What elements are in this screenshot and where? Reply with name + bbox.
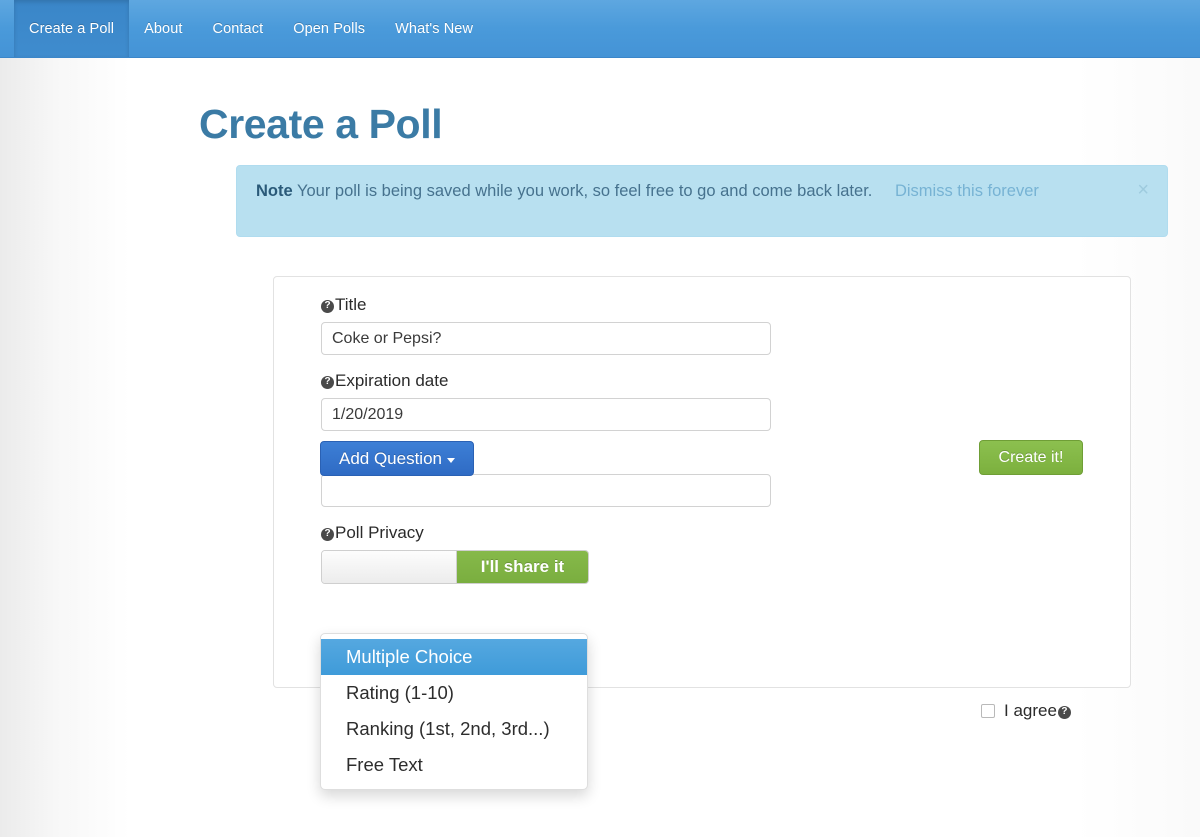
expiration-date-input[interactable] bbox=[321, 398, 771, 431]
field-label-text: Poll Privacy bbox=[335, 523, 424, 543]
dropdown-item-label: Ranking (1st, 2nd, 3rd...) bbox=[346, 718, 550, 739]
nav-item-contact[interactable]: Contact bbox=[198, 0, 279, 57]
close-icon[interactable]: × bbox=[1137, 180, 1149, 200]
nav-label: Create a Poll bbox=[29, 21, 114, 37]
help-icon[interactable]: ? bbox=[1058, 706, 1071, 719]
nav-item-create-a-poll[interactable]: Create a Poll bbox=[14, 0, 129, 57]
nav-label: What's New bbox=[395, 21, 473, 37]
alert-strong-label: Note bbox=[256, 182, 293, 200]
dropdown-item-rating[interactable]: Rating (1-10) bbox=[321, 675, 587, 711]
poll-form: ? Title ? Expiration date ? Email addres… bbox=[321, 295, 781, 584]
field-label-text: Expiration date bbox=[335, 371, 448, 391]
help-icon[interactable]: ? bbox=[321, 528, 334, 541]
nav-label: About bbox=[144, 21, 182, 37]
dropdown-item-label: Multiple Choice bbox=[346, 646, 472, 667]
alert-message: Your poll is being saved while you work,… bbox=[297, 182, 872, 200]
main-navbar: Create a Poll About Contact Open Polls W… bbox=[0, 0, 1200, 58]
dropdown-item-label: Free Text bbox=[346, 754, 423, 775]
dropdown-item-ranking[interactable]: Ranking (1st, 2nd, 3rd...) bbox=[321, 711, 587, 747]
toggle-on-half[interactable]: I'll share it bbox=[457, 551, 588, 583]
page-title: Create a Poll bbox=[199, 101, 442, 148]
create-it-button[interactable]: Create it! bbox=[979, 440, 1083, 475]
dropdown-item-free-text[interactable]: Free Text bbox=[321, 747, 587, 783]
poll-privacy-field-label: ? Poll Privacy bbox=[321, 523, 781, 543]
nav-label: Contact bbox=[213, 21, 264, 37]
add-question-label: Add Question bbox=[339, 449, 442, 469]
email-address-input[interactable] bbox=[321, 474, 771, 507]
title-field-label: ? Title bbox=[321, 295, 781, 315]
chevron-down-icon bbox=[447, 458, 455, 463]
title-input[interactable] bbox=[321, 322, 771, 355]
saved-notice-alert: Note Your poll is being saved while you … bbox=[236, 165, 1168, 237]
agree-checkbox[interactable] bbox=[981, 704, 995, 718]
add-question-button[interactable]: Add Question bbox=[320, 441, 474, 476]
expiration-date-field-label: ? Expiration date bbox=[321, 371, 781, 391]
create-it-label: Create it! bbox=[999, 449, 1064, 467]
nav-item-about[interactable]: About bbox=[129, 0, 197, 57]
toggle-off-half[interactable] bbox=[322, 551, 457, 583]
nav-item-open-polls[interactable]: Open Polls bbox=[278, 0, 380, 57]
help-icon[interactable]: ? bbox=[321, 376, 334, 389]
poll-privacy-toggle[interactable]: I'll share it bbox=[321, 550, 589, 584]
dismiss-forever-link[interactable]: Dismiss this forever bbox=[895, 182, 1039, 200]
create-poll-card: ? Title ? Expiration date ? Email addres… bbox=[273, 276, 1131, 688]
nav-item-whats-new[interactable]: What's New bbox=[380, 0, 488, 57]
agree-row: I agree ? bbox=[981, 701, 1072, 721]
nav-label: Open Polls bbox=[293, 21, 365, 37]
help-icon[interactable]: ? bbox=[321, 300, 334, 313]
field-label-text: Title bbox=[335, 295, 367, 315]
add-question-dropdown-menu: Multiple Choice Rating (1-10) Ranking (1… bbox=[320, 633, 588, 790]
dropdown-item-label: Rating (1-10) bbox=[346, 682, 454, 703]
dropdown-item-multiple-choice[interactable]: Multiple Choice bbox=[321, 639, 587, 675]
agree-label: I agree bbox=[1004, 701, 1057, 721]
